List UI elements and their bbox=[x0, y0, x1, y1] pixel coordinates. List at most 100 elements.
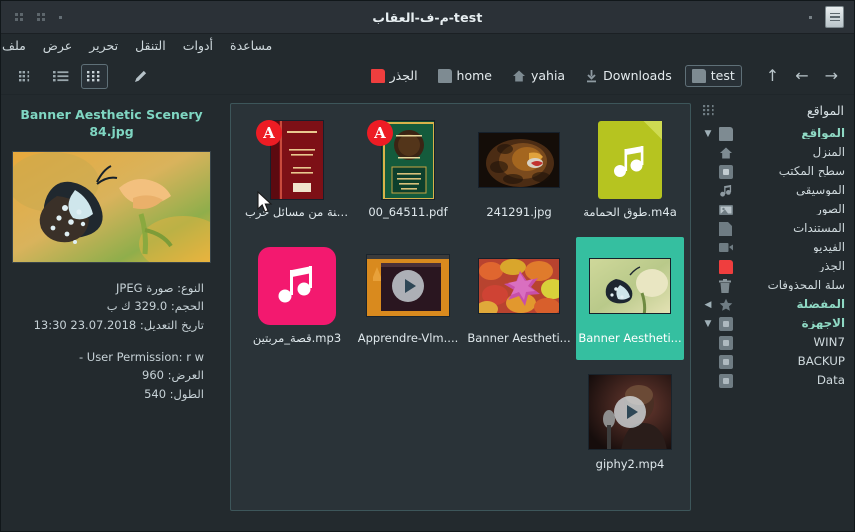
file-label: Banner Aestheti... bbox=[578, 332, 682, 345]
window-menu-icon[interactable] bbox=[15, 13, 23, 21]
menu-item-edit[interactable]: تحرير bbox=[88, 38, 119, 55]
preview-metadata: النوع: صورة JPEG الحجم: 329.0 ك ب تاريخ … bbox=[11, 279, 212, 404]
file-item-audio-m4a[interactable]: طوق الحمامة.m4a bbox=[576, 111, 684, 234]
window-minimize-icon[interactable] bbox=[37, 13, 45, 21]
sidebar-item-pictures[interactable]: الصور bbox=[701, 200, 848, 219]
sidebar-item-places[interactable]: ▼ المواقع bbox=[701, 124, 848, 143]
nav-up-icon[interactable]: ↑ bbox=[766, 68, 779, 84]
file-label: طوق الحمامة.m4a bbox=[583, 206, 677, 219]
menu-bar: ملف عرض تحرير التنقل أدوات مساعدة bbox=[1, 34, 854, 58]
file-item-00-64511-pdf[interactable]: A 00_64511.pdf bbox=[354, 111, 462, 234]
icon-view-button[interactable] bbox=[81, 63, 108, 89]
nav-forward-icon[interactable]: → bbox=[825, 68, 838, 84]
window-status-dot-icon bbox=[809, 15, 812, 19]
metadata-gap bbox=[11, 335, 204, 348]
file-manager-window: م-ف-العقاب-test ملف عرض تحرير التنقل أدو… bbox=[0, 0, 855, 532]
drive-icon bbox=[719, 354, 733, 369]
image-thumbnail bbox=[472, 118, 566, 201]
audio-document-icon bbox=[583, 118, 677, 201]
file-item-giphy2-mp4[interactable]: giphy2.mp4 bbox=[576, 363, 684, 486]
chevron-down-icon[interactable]: ▼ bbox=[703, 129, 713, 139]
edit-button[interactable] bbox=[127, 64, 154, 89]
places-sidebar: المواقع ▼ المواقع المنزل سطح المكتب المو… bbox=[697, 95, 854, 521]
sidebar-item-home[interactable]: المنزل bbox=[701, 143, 848, 162]
file-label: 241291.jpg bbox=[486, 206, 552, 219]
status-bar bbox=[1, 521, 854, 531]
document-app-icon[interactable] bbox=[825, 6, 844, 28]
menu-item-view[interactable]: عرض bbox=[42, 38, 73, 55]
metadata-permission: - User Permission: r w bbox=[78, 349, 204, 364]
file-item-banner-butterfly[interactable]: Banner Aestheti... bbox=[576, 237, 684, 360]
star-icon bbox=[719, 298, 733, 311]
sidebar-item-music[interactable]: الموسيقى bbox=[701, 181, 848, 200]
sidebar-item-desktop[interactable]: سطح المكتب bbox=[701, 162, 848, 181]
file-grid-wrapper: طوق الحمامة.m4a 241291.jpg A 00_64511.pd… bbox=[222, 95, 697, 521]
drive-icon bbox=[719, 373, 733, 388]
trash-icon bbox=[719, 278, 731, 293]
menu-item-go[interactable]: التنقل bbox=[134, 38, 167, 55]
play-icon bbox=[614, 395, 646, 428]
title-bar: م-ف-العقاب-test bbox=[1, 1, 854, 34]
home-icon bbox=[720, 147, 732, 158]
preview-pane: Banner Aesthetic Scenery 84.jpg النوع: ص… bbox=[1, 95, 222, 521]
navigation-arrows: ↑ ← → bbox=[748, 68, 844, 84]
folder-icon bbox=[719, 126, 733, 141]
places-title: المواقع bbox=[806, 103, 844, 118]
sidebar-item-devices[interactable]: ▼ الاجهزة bbox=[701, 314, 848, 333]
window-title: م-ف-العقاب-test bbox=[372, 9, 483, 25]
pdf-badge-icon: A bbox=[256, 120, 282, 146]
sidebar-item-favorites[interactable]: ◀ المفضلة bbox=[701, 295, 848, 314]
sidebar-item-video[interactable]: الفيديو bbox=[701, 238, 848, 257]
sidebar-item-backup[interactable]: BACKUP bbox=[701, 352, 848, 371]
toolbar: الجذر home yahia Downloads test ↑ ← → bbox=[1, 58, 854, 95]
breadcrumb-item-home[interactable]: home bbox=[431, 65, 499, 87]
metadata-width: العرض: 960 bbox=[142, 368, 204, 383]
menu-item-tools[interactable]: أدوات bbox=[182, 38, 214, 55]
chevron-left-icon[interactable]: ◀ bbox=[703, 300, 713, 310]
pdf-badge-icon: A bbox=[367, 120, 393, 146]
sidebar-item-trash[interactable]: سلة المحذوفات bbox=[701, 276, 848, 295]
chevron-down-icon[interactable]: ▼ bbox=[703, 319, 713, 329]
video-icon bbox=[719, 243, 733, 252]
nav-back-icon[interactable]: ← bbox=[795, 68, 808, 84]
desktop-icon bbox=[719, 164, 733, 179]
file-item-241291-jpg[interactable]: 241291.jpg bbox=[465, 111, 573, 234]
breadcrumb-item-test[interactable]: test bbox=[684, 65, 742, 87]
places-grid-icon[interactable] bbox=[703, 104, 718, 117]
file-item-banner-leaves[interactable]: Banner Aestheti... bbox=[465, 237, 573, 360]
breadcrumb: الجذر home yahia Downloads test bbox=[364, 65, 742, 87]
menu-item-file[interactable]: ملف bbox=[1, 38, 27, 55]
file-label: قصة_مربتين.mp3 bbox=[252, 332, 342, 345]
file-label: Apprendre-Vlm.... bbox=[357, 332, 459, 345]
sidebar-item-win7[interactable]: WIN7 bbox=[701, 333, 848, 352]
documents-icon bbox=[719, 221, 732, 236]
metadata-type: النوع: صورة JPEG bbox=[116, 280, 204, 295]
main-body: Banner Aesthetic Scenery 84.jpg النوع: ص… bbox=[1, 95, 854, 521]
root-folder-icon bbox=[370, 69, 385, 83]
sidebar-item-root[interactable]: الجذر bbox=[701, 257, 848, 276]
image-thumbnail bbox=[472, 244, 566, 327]
video-thumbnail bbox=[361, 244, 455, 327]
file-label: السنة من مسائل حرب... bbox=[245, 206, 349, 219]
breadcrumb-item-downloads[interactable]: Downloads bbox=[578, 65, 679, 87]
metadata-modified: تاريخ التعديل: 23.07.2018 13:30 bbox=[33, 318, 204, 332]
preview-thumbnail[interactable] bbox=[12, 150, 211, 263]
file-item-apprendre-vlc[interactable]: Apprendre-Vlm.... bbox=[354, 237, 462, 360]
breadcrumb-item-yahia[interactable]: yahia bbox=[505, 65, 572, 87]
breadcrumb-item-root[interactable]: الجذر bbox=[364, 65, 425, 87]
pdf-thumbnail: A bbox=[250, 118, 344, 201]
compact-view-button[interactable] bbox=[13, 64, 40, 89]
download-icon bbox=[587, 70, 597, 83]
list-view-button[interactable] bbox=[47, 64, 74, 89]
file-item-mp3[interactable]: قصة_مربتين.mp3 bbox=[243, 237, 351, 360]
file-label: giphy2.mp4 bbox=[595, 458, 665, 471]
file-item-sunnah-pdf[interactable]: A السنة من مسائل حرب... bbox=[243, 111, 351, 234]
sidebar-item-data[interactable]: Data bbox=[701, 371, 848, 390]
sidebar-item-documents[interactable]: المستندات bbox=[701, 219, 848, 238]
title-bar-right bbox=[809, 6, 854, 28]
menu-item-help[interactable]: مساعدة bbox=[229, 38, 273, 55]
play-icon bbox=[392, 269, 424, 302]
window-close-icon[interactable] bbox=[59, 15, 62, 19]
pictures-icon bbox=[719, 204, 733, 215]
music-icon bbox=[720, 184, 732, 197]
